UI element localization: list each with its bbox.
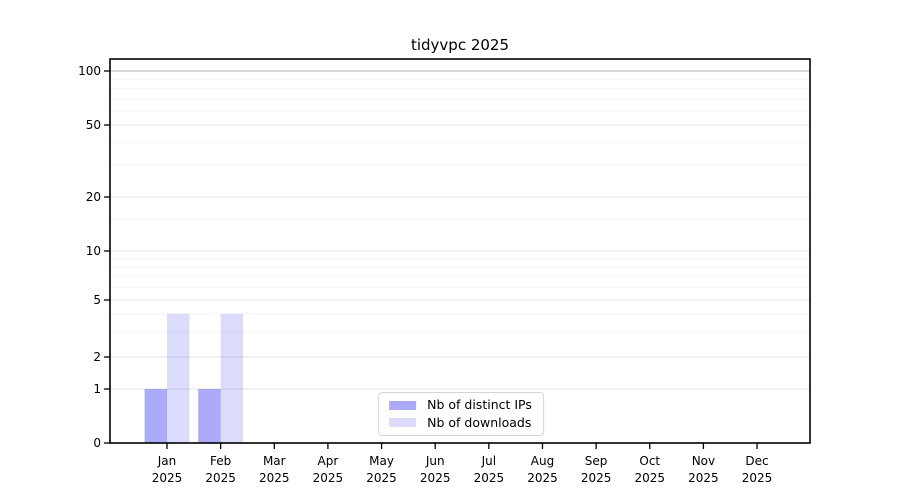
x-tick-label-year: 2025 <box>474 471 505 485</box>
x-tick-label-month: Aug <box>531 454 554 468</box>
legend-swatch-downloads <box>389 418 417 428</box>
x-tick-label-year: 2025 <box>688 471 719 485</box>
x-tick-label-month: Sep <box>585 454 608 468</box>
chart: tidyvpc 2025 0 1 2 5 10 20 50 100 Jan 2025 Feb 2025… <box>0 0 900 500</box>
x-tick-label-month: Dec <box>745 454 768 468</box>
bar-downloads <box>220 313 244 443</box>
x-tick-label-month: May <box>369 454 394 468</box>
bar-distinct-ips <box>144 389 167 443</box>
x-tick-label-month: Jan <box>157 454 177 468</box>
y-tick-label: 5 <box>93 293 101 307</box>
chart-title: tidyvpc 2025 <box>410 36 510 54</box>
legend: Nb of distinct IPs Nb of downloads <box>378 392 544 436</box>
y-tick-label: 2 <box>93 350 101 364</box>
x-tick-label-year: 2025 <box>313 471 344 485</box>
legend-label-distinct-ips: Nb of distinct IPs <box>427 397 532 412</box>
y-tick-label: 100 <box>78 64 101 78</box>
y-tick-label: 50 <box>86 118 101 132</box>
y-tick-label: 10 <box>86 244 101 258</box>
legend-label-downloads: Nb of downloads <box>427 414 532 430</box>
x-tick-label-month: Feb <box>210 454 231 468</box>
x-tick-label-month: Nov <box>692 454 715 468</box>
bar-downloads <box>167 313 190 443</box>
x-tick-label-year: 2025 <box>366 471 397 485</box>
x-tick-label-year: 2025 <box>742 471 773 485</box>
x-tick-label-year: 2025 <box>259 471 290 485</box>
bar-distinct-ips <box>198 389 221 443</box>
x-tick-label-month: Jul <box>481 454 496 468</box>
x-tick-label-year: 2025 <box>634 471 665 485</box>
legend-swatch-distinct-ips <box>389 400 417 410</box>
x-tick-label-year: 2025 <box>205 471 236 485</box>
x-tick-label-month: Mar <box>263 454 286 468</box>
x-tick-label-month: Oct <box>639 454 660 468</box>
x-tick-label-year: 2025 <box>420 471 451 485</box>
legend-item-downloads: Nb of downloads <box>389 414 532 430</box>
x-tick-label-year: 2025 <box>527 471 558 485</box>
y-tick-label: 0 <box>93 436 101 450</box>
x-tick-label-year: 2025 <box>152 471 183 485</box>
y-tick-label: 1 <box>93 382 101 396</box>
x-tick-label-year: 2025 <box>581 471 612 485</box>
legend-item-distinct-ips: Nb of distinct IPs <box>389 397 532 412</box>
y-tick-label: 20 <box>86 190 101 204</box>
x-tick-label-month: Jun <box>425 454 445 468</box>
x-tick-label-month: Apr <box>318 454 339 468</box>
